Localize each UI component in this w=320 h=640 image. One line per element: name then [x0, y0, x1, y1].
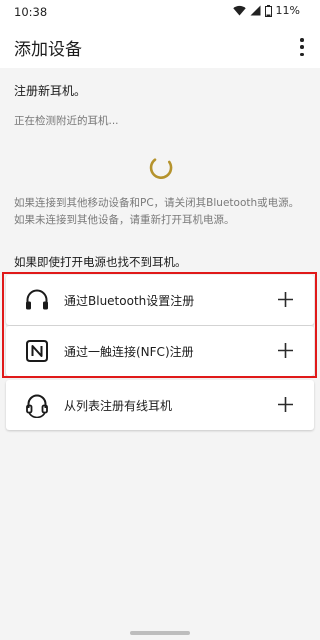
detecting-status: 正在检测附近的耳机... [14, 115, 119, 127]
wired-headphones-icon [26, 394, 48, 418]
register-bluetooth-option[interactable]: 通过Bluetooth设置注册 [6, 275, 314, 325]
page-title: 添加设备 [14, 40, 82, 60]
status-icons: 11% [232, 4, 300, 17]
info-text: 如果连接到其他移动设备和PC，请关闭其Bluetooth或电源。如果未连接到其他… [14, 197, 300, 226]
content-area: 注册新耳机。 正在检测附近的耳机... 如果连接到其他移动设备和PC，请关闭其B… [0, 68, 320, 640]
signal-icon [250, 5, 261, 16]
option-label: 从列表注册有线耳机 [64, 399, 173, 413]
add-icon [278, 343, 293, 358]
register-wired-option[interactable]: 从列表注册有线耳机 [6, 380, 314, 430]
option-label: 通过一触连接(NFC)注册 [64, 345, 194, 359]
add-icon [278, 292, 293, 307]
battery-icon [264, 4, 272, 17]
section-title: 注册新耳机。 [14, 84, 87, 98]
option-label: 通过Bluetooth设置注册 [64, 294, 195, 308]
headphones-icon [26, 289, 48, 310]
app-bar: 添加设备 [0, 24, 320, 68]
status-time: 10:38 [14, 5, 48, 19]
battery-percent: 11% [275, 4, 300, 17]
add-icon [278, 397, 293, 412]
home-indicator[interactable] [130, 631, 190, 635]
status-bar: 10:38 11% [0, 0, 320, 24]
register-nfc-option[interactable]: 通过一触连接(NFC)注册 [6, 326, 314, 376]
wifi-icon [232, 5, 246, 16]
not-found-heading: 如果即使打开电源也找不到耳机。 [14, 255, 187, 269]
nfc-icon [26, 340, 48, 362]
more-vert-icon[interactable] [296, 38, 308, 56]
loading-spinner-icon [149, 158, 173, 179]
